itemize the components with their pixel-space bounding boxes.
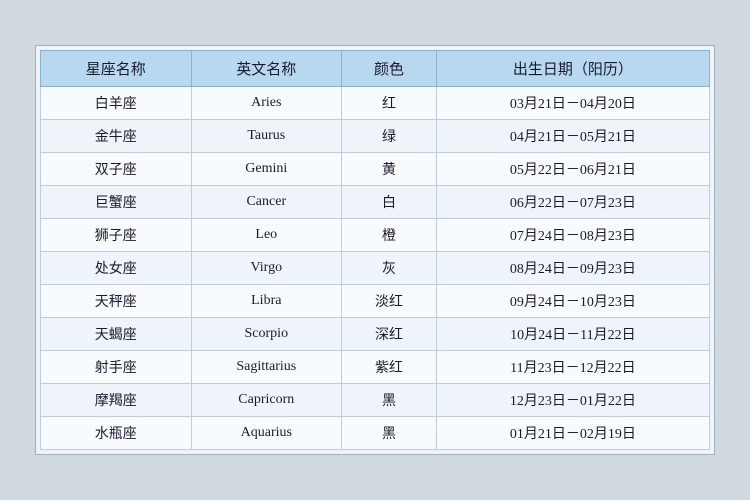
cell-date-range: 09月24日－10月23日 [436, 285, 709, 318]
cell-english-name: Aquarius [191, 417, 342, 450]
cell-date-range: 05月22日－06月21日 [436, 153, 709, 186]
cell-color: 灰 [342, 252, 437, 285]
table-row: 射手座Sagittarius紫红11月23日－12月22日 [41, 351, 710, 384]
cell-date-range: 07月24日－08月23日 [436, 219, 709, 252]
cell-english-name: Sagittarius [191, 351, 342, 384]
cell-english-name: Cancer [191, 186, 342, 219]
header-color: 颜色 [342, 51, 437, 87]
cell-english-name: Scorpio [191, 318, 342, 351]
cell-chinese-name: 金牛座 [41, 120, 192, 153]
header-english-name: 英文名称 [191, 51, 342, 87]
cell-color: 黑 [342, 384, 437, 417]
cell-english-name: Leo [191, 219, 342, 252]
cell-chinese-name: 水瓶座 [41, 417, 192, 450]
cell-date-range: 06月22日－07月23日 [436, 186, 709, 219]
table-header-row: 星座名称 英文名称 颜色 出生日期（阳历） [41, 51, 710, 87]
cell-color: 黑 [342, 417, 437, 450]
cell-date-range: 01月21日－02月19日 [436, 417, 709, 450]
cell-date-range: 10月24日－11月22日 [436, 318, 709, 351]
cell-color: 淡红 [342, 285, 437, 318]
cell-chinese-name: 天蝎座 [41, 318, 192, 351]
table-row: 巨蟹座Cancer白06月22日－07月23日 [41, 186, 710, 219]
table-row: 天秤座Libra淡红09月24日－10月23日 [41, 285, 710, 318]
zodiac-table-container: 星座名称 英文名称 颜色 出生日期（阳历） 白羊座Aries红03月21日－04… [35, 45, 715, 455]
table-row: 摩羯座Capricorn黑12月23日－01月22日 [41, 384, 710, 417]
cell-date-range: 03月21日－04月20日 [436, 87, 709, 120]
cell-color: 红 [342, 87, 437, 120]
cell-chinese-name: 狮子座 [41, 219, 192, 252]
cell-chinese-name: 白羊座 [41, 87, 192, 120]
cell-english-name: Aries [191, 87, 342, 120]
cell-chinese-name: 巨蟹座 [41, 186, 192, 219]
cell-english-name: Taurus [191, 120, 342, 153]
cell-chinese-name: 摩羯座 [41, 384, 192, 417]
cell-chinese-name: 天秤座 [41, 285, 192, 318]
table-row: 金牛座Taurus绿04月21日－05月21日 [41, 120, 710, 153]
zodiac-table: 星座名称 英文名称 颜色 出生日期（阳历） 白羊座Aries红03月21日－04… [40, 50, 710, 450]
cell-color: 绿 [342, 120, 437, 153]
cell-chinese-name: 双子座 [41, 153, 192, 186]
table-row: 水瓶座Aquarius黑01月21日－02月19日 [41, 417, 710, 450]
cell-color: 黄 [342, 153, 437, 186]
cell-date-range: 12月23日－01月22日 [436, 384, 709, 417]
cell-english-name: Libra [191, 285, 342, 318]
cell-english-name: Capricorn [191, 384, 342, 417]
cell-english-name: Gemini [191, 153, 342, 186]
cell-date-range: 04月21日－05月21日 [436, 120, 709, 153]
cell-color: 深红 [342, 318, 437, 351]
table-row: 处女座Virgo灰08月24日－09月23日 [41, 252, 710, 285]
table-row: 天蝎座Scorpio深红10月24日－11月22日 [41, 318, 710, 351]
header-chinese-name: 星座名称 [41, 51, 192, 87]
table-body: 白羊座Aries红03月21日－04月20日金牛座Taurus绿04月21日－0… [41, 87, 710, 450]
table-row: 白羊座Aries红03月21日－04月20日 [41, 87, 710, 120]
table-row: 狮子座Leo橙07月24日－08月23日 [41, 219, 710, 252]
cell-chinese-name: 射手座 [41, 351, 192, 384]
cell-color: 橙 [342, 219, 437, 252]
header-birth-date: 出生日期（阳历） [436, 51, 709, 87]
cell-chinese-name: 处女座 [41, 252, 192, 285]
cell-color: 紫红 [342, 351, 437, 384]
table-row: 双子座Gemini黄05月22日－06月21日 [41, 153, 710, 186]
cell-english-name: Virgo [191, 252, 342, 285]
cell-date-range: 11月23日－12月22日 [436, 351, 709, 384]
cell-color: 白 [342, 186, 437, 219]
cell-date-range: 08月24日－09月23日 [436, 252, 709, 285]
